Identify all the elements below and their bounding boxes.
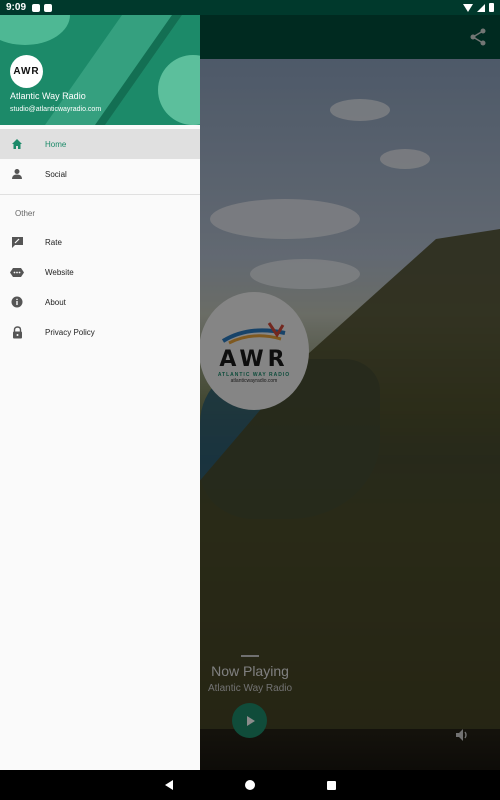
menu-item-label: Home — [45, 139, 67, 149]
menu-item-social[interactable]: Social — [0, 159, 200, 189]
drawer-email: studio@atlanticwayradio.com — [10, 106, 102, 113]
status-bar: 9:09 — [0, 0, 500, 15]
status-time: 9:09 — [6, 2, 27, 13]
menu-item-about[interactable]: About — [0, 287, 200, 317]
back-icon[interactable] — [164, 780, 173, 790]
sd-card-icon — [44, 3, 53, 12]
home-button-icon[interactable] — [244, 780, 255, 790]
drawer-menu: Home Social Other Rate Website About Pri… — [0, 125, 200, 347]
menu-item-label: Website — [45, 267, 74, 277]
menu-item-rate[interactable]: Rate — [0, 227, 200, 257]
drawer-title: Atlantic Way Radio — [10, 91, 86, 101]
battery-icon — [489, 3, 494, 12]
web-icon — [10, 265, 24, 279]
lock-icon — [10, 325, 24, 339]
recents-icon[interactable] — [326, 780, 336, 790]
info-icon — [10, 295, 24, 309]
notification-icon — [32, 3, 41, 12]
menu-item-home[interactable]: Home — [0, 129, 200, 159]
navigation-drawer: AWR Atlantic Way Radio studio@atlanticwa… — [0, 15, 200, 770]
system-navigation-bar — [0, 770, 500, 800]
menu-item-label: Privacy Policy — [45, 327, 95, 337]
menu-item-privacy-policy[interactable]: Privacy Policy — [0, 317, 200, 347]
menu-item-label: Rate — [45, 237, 62, 247]
home-icon — [10, 137, 24, 151]
drawer-header: AWR Atlantic Way Radio studio@atlanticwa… — [0, 15, 200, 125]
wifi-icon — [463, 3, 473, 12]
avatar: AWR — [10, 55, 43, 88]
divider — [0, 194, 200, 195]
person-icon — [10, 167, 24, 181]
menu-item-label: Social — [45, 169, 67, 179]
menu-item-website[interactable]: Website — [0, 257, 200, 287]
rate-review-icon — [10, 235, 24, 249]
signal-icon — [477, 3, 485, 12]
menu-item-label: About — [45, 297, 66, 307]
section-label-other: Other — [15, 209, 36, 218]
